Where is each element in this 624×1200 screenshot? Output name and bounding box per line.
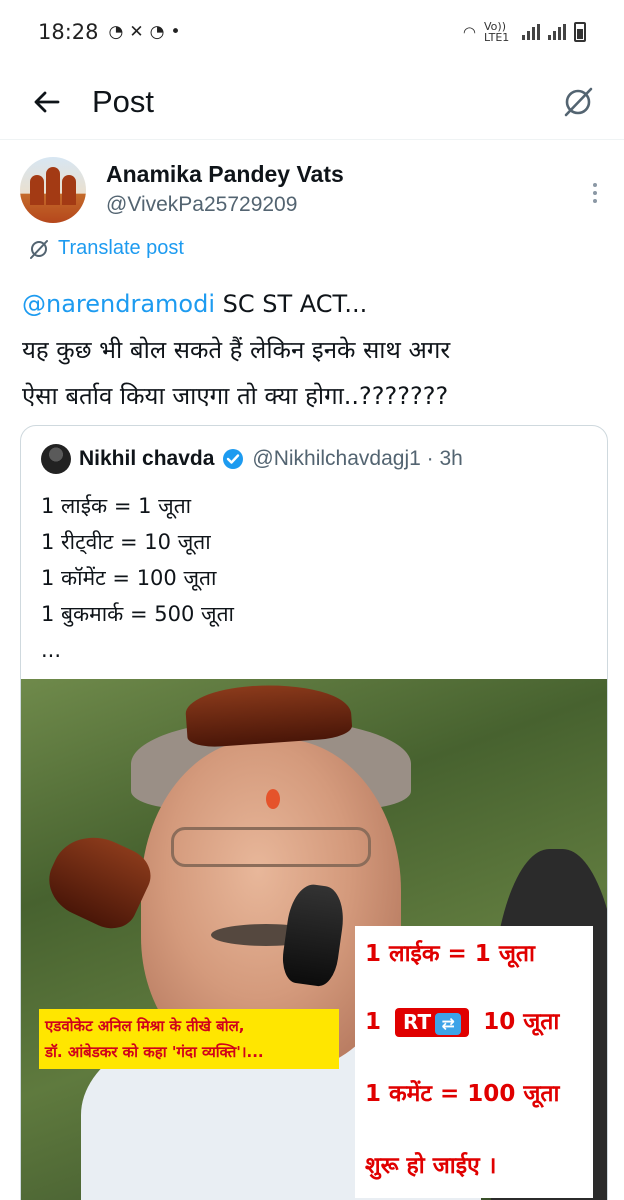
more-dot-icon	[593, 191, 597, 195]
author-name[interactable]: Anamika Pandey Vats	[106, 161, 344, 188]
post-line-1-rest: SC ST ACT...	[215, 290, 368, 318]
notification-icons: ◔ ✕ ◔ •	[109, 22, 181, 42]
dot-icon: •	[170, 22, 181, 42]
status-bar: 18:28 ◔ ✕ ◔ • ◠ Vo)) LTE1	[0, 0, 624, 64]
more-dot-icon	[593, 199, 597, 203]
more-options-button[interactable]	[580, 175, 610, 211]
author-handle[interactable]: @VivekPa25729209	[106, 193, 297, 217]
rate-number: 1	[365, 1009, 382, 1035]
arrow-left-icon	[34, 91, 60, 112]
quoted-line: 1 रीट्वीट = 10 जूता	[41, 530, 211, 554]
rate-value: 10 जूता	[483, 1009, 560, 1035]
back-button[interactable]	[0, 64, 92, 140]
shoe-image	[184, 679, 353, 749]
quoted-avatar	[41, 444, 71, 474]
rate-line: 1 कमेंट = 100 जूता	[365, 1081, 560, 1107]
news-caption-line: एडवोकेट अनिल मिश्रा के तीखे बोल,	[45, 1017, 245, 1035]
rate-line: शुरू हो जाईए ।	[365, 1153, 497, 1179]
rate-card: 1 लाईक = 1 जूता 1 RT ⇄ 10 जूता 1 कमेंट = …	[355, 926, 593, 1198]
post-line-3: ऐसा बर्ताव किया जाएगा तो क्या होगा..????…	[22, 382, 449, 410]
avatar[interactable]	[20, 157, 86, 223]
quoted-text: 1 लाईक = 1 जूता 1 रीट्वीट = 10 जूता 1 कॉ…	[41, 488, 234, 668]
rate-line-rt: 1 RT ⇄ 10 जूता	[365, 1004, 559, 1037]
wifi-icon: ◠	[462, 23, 476, 41]
quoted-line: 1 कॉमेंट = 100 जूता	[41, 566, 217, 590]
quoted-line: ...	[41, 638, 62, 662]
signal-icon	[522, 24, 540, 40]
retweet-icon: ⇄	[435, 1012, 462, 1035]
rt-badge: RT ⇄	[395, 1008, 470, 1037]
app-header: Post	[0, 64, 624, 140]
whatsapp-icon: ◔	[149, 22, 165, 42]
signal-icon	[548, 24, 566, 40]
more-dot-icon	[593, 183, 597, 187]
grok-button[interactable]	[554, 78, 602, 126]
quoted-author-name: Nikhil chavda	[79, 447, 215, 470]
mention-link[interactable]: @narendramodi	[22, 290, 215, 318]
page-title: Post	[92, 83, 155, 119]
missed-call-icon: ✕	[129, 22, 144, 42]
author-row: Anamika Pandey Vats @VivekPa25729209	[20, 157, 610, 227]
whatsapp-icon: ◔	[108, 22, 124, 42]
translate-post-link[interactable]: Translate post	[28, 237, 184, 260]
grok-icon	[30, 239, 48, 259]
status-right: ◠ Vo)) LTE1	[463, 21, 586, 43]
status-time: 18:28	[38, 20, 99, 44]
news-caption-line: डॉ. आंबेडकर को कहा 'गंदा व्यक्ति'।...	[45, 1043, 264, 1061]
post-line-1: @narendramodi SC ST ACT...	[22, 281, 612, 327]
quoted-image[interactable]: एडवोकेट अनिल मिश्रा के तीखे बोल, डॉ. आंब…	[21, 679, 607, 1200]
quoted-author-handle: @Nikhilchavdagj1 · 3h	[252, 447, 463, 470]
battery-icon	[574, 22, 586, 42]
quoted-line: 1 लाईक = 1 जूता	[41, 494, 192, 518]
verified-badge-icon	[223, 449, 244, 469]
tilak	[266, 789, 280, 809]
news-caption: एडवोकेट अनिल मिश्रा के तीखे बोल, डॉ. आंब…	[39, 1009, 339, 1069]
grok-icon	[564, 87, 593, 116]
rt-label: RT	[403, 1010, 432, 1034]
quoted-post[interactable]: Nikhil chavda @Nikhilchavdagj1 · 3h 1 ला…	[20, 425, 608, 1200]
post-text: @narendramodi SC ST ACT... यह कुछ भी बोल…	[22, 281, 612, 419]
rate-line: 1 लाईक = 1 जूता	[365, 941, 535, 967]
quoted-post-header: Nikhil chavda @Nikhilchavdagj1 · 3h	[41, 444, 463, 474]
network-label: Vo)) LTE1	[484, 20, 510, 44]
translate-label: Translate post	[58, 237, 184, 259]
post-line-2: यह कुछ भी बोल सकते हैं लेकिन इनके साथ अग…	[22, 336, 451, 364]
quoted-line: 1 बुकमार्क = 500 जूता	[41, 602, 234, 626]
glasses	[171, 827, 371, 867]
